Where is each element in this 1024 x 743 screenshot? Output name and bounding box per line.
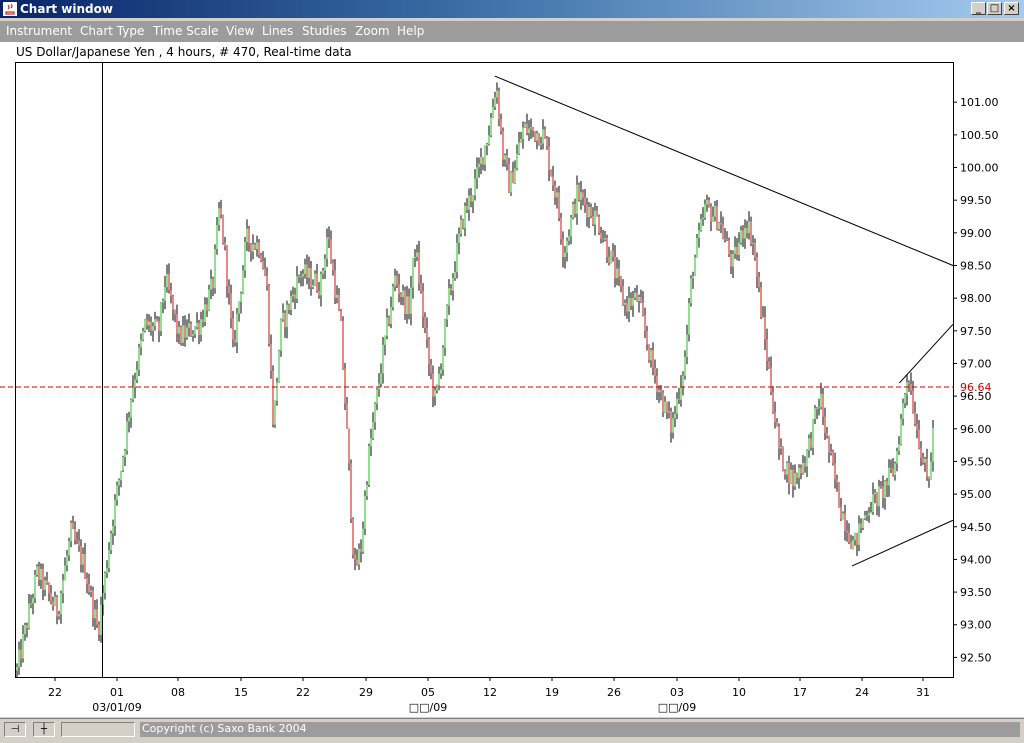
crosshair-button[interactable]: ┼ <box>33 722 55 737</box>
y-tick-label: 100.00 <box>960 162 999 175</box>
y-tick-label: 93.00 <box>960 619 992 632</box>
status-panel <box>61 722 135 737</box>
x-month-label: □□/09 <box>409 701 448 714</box>
x-tick-label: 01 <box>110 686 124 699</box>
x-month-label: 03/01/09 <box>92 701 141 714</box>
menu-bar: Instrument Chart Type Time Scale View Li… <box>0 21 1024 42</box>
y-tick-label: 99.50 <box>960 194 992 207</box>
status-bar: ⊣ ┼ Copyright (c) Saxo Bank 2004 <box>0 718 1024 743</box>
y-tick-label: 98.50 <box>960 259 992 272</box>
x-tick-label: 05 <box>421 686 435 699</box>
x-tick-label: 24 <box>855 686 869 699</box>
x-tick-label: 10 <box>732 686 746 699</box>
x-tick-label: 08 <box>171 686 185 699</box>
y-tick-label: 100.50 <box>960 129 999 142</box>
minimize-button[interactable]: _ <box>971 2 986 15</box>
current-price-label: 96.64 <box>960 381 992 394</box>
y-tick-label: 95.50 <box>960 455 992 468</box>
y-axis: 92.50 93.00 93.50 94.00 94.50 95.00 95.50 96.00… <box>953 96 999 664</box>
copyright-text: Copyright (c) Saxo Bank 2004 <box>140 722 1020 737</box>
title-bar: Chart window _ □ × <box>0 0 1024 18</box>
x-tick-label: 03 <box>670 686 684 699</box>
y-tick-label: 94.00 <box>960 553 992 566</box>
menu-lines[interactable]: Lines <box>262 24 293 38</box>
y-tick-label: 97.50 <box>960 325 992 338</box>
menu-chart-type[interactable]: Chart Type <box>80 24 144 38</box>
chart-header: US Dollar/Japanese Yen , 4 hours, # 470,… <box>16 45 352 59</box>
y-tick-label: 95.00 <box>960 488 992 501</box>
x-tick-label: 19 <box>545 686 559 699</box>
x-tick-label: 17 <box>793 686 807 699</box>
menu-view[interactable]: View <box>226 24 254 38</box>
x-tick-label: 22 <box>48 686 62 699</box>
maximize-button[interactable]: □ <box>987 2 1002 15</box>
chart-area[interactable]: US Dollar/Japanese Yen , 4 hours, # 470,… <box>0 42 1024 717</box>
x-tick-label: 29 <box>359 686 373 699</box>
pin-button[interactable]: ⊣ <box>4 722 26 737</box>
y-tick-label: 101.00 <box>960 96 999 109</box>
price-chart[interactable]: US Dollar/Japanese Yen , 4 hours, # 470,… <box>0 42 1024 717</box>
x-tick-label: 22 <box>296 686 310 699</box>
y-tick-label: 96.00 <box>960 423 992 436</box>
y-tick-label: 98.00 <box>960 292 992 305</box>
close-button[interactable]: × <box>1004 2 1019 15</box>
menu-studies[interactable]: Studies <box>302 24 347 38</box>
menu-instrument[interactable]: Instrument <box>6 24 72 38</box>
y-tick-label: 94.50 <box>960 521 992 534</box>
x-month-label: □□/09 <box>658 701 697 714</box>
menu-zoom[interactable]: Zoom <box>355 24 390 38</box>
y-tick-label: 99.00 <box>960 227 992 240</box>
x-tick-label: 31 <box>916 686 930 699</box>
y-tick-label: 92.50 <box>960 651 992 664</box>
x-axis: 22 01 08 15 22 29 05 12 19 26 03 10 17 24 31 03/01/09 □□… <box>48 677 930 714</box>
x-tick-label: 26 <box>607 686 621 699</box>
java-app-icon <box>3 2 17 16</box>
window-title: Chart window <box>20 2 113 16</box>
menu-help[interactable]: Help <box>397 24 424 38</box>
y-tick-label: 97.00 <box>960 357 992 370</box>
menu-time-scale[interactable]: Time Scale <box>153 24 218 38</box>
x-tick-label: 12 <box>483 686 497 699</box>
x-tick-label: 15 <box>234 686 248 699</box>
y-tick-label: 93.50 <box>960 586 992 599</box>
